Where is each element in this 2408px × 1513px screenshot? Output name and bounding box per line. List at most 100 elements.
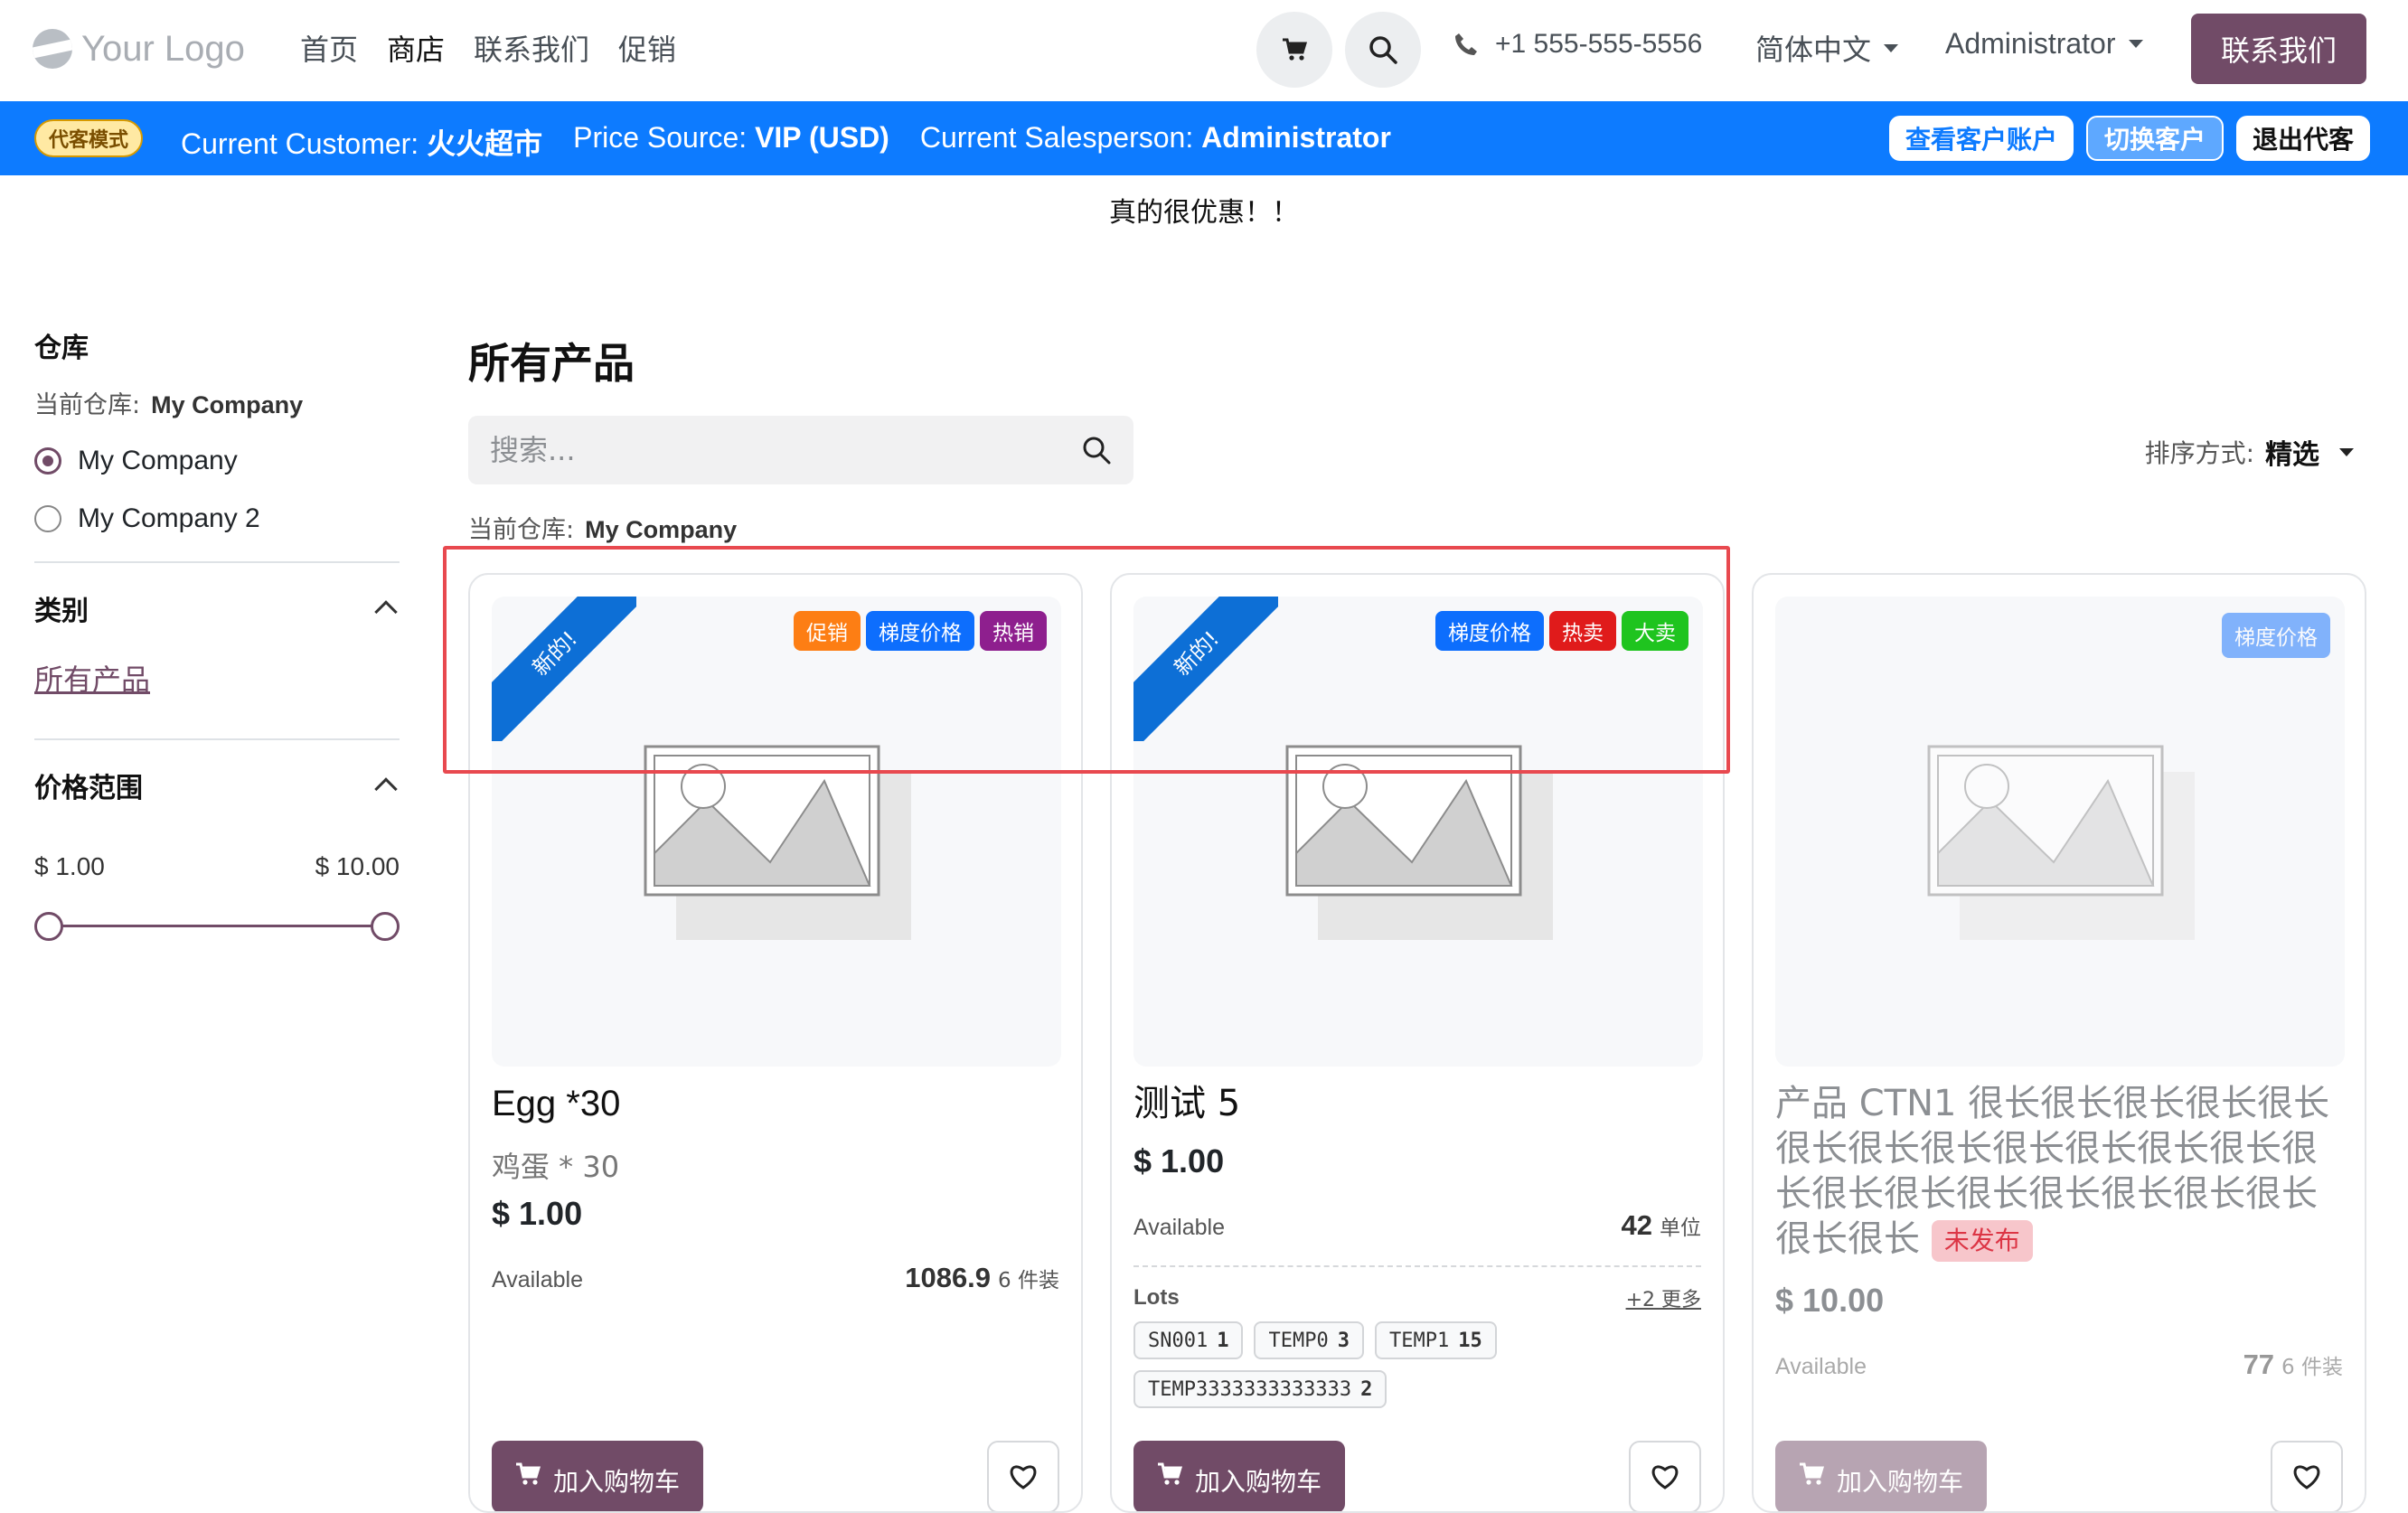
availability-row: Available 42 单位 <box>1133 1209 1701 1242</box>
radio-selected-icon[interactable] <box>34 447 61 475</box>
current-warehouse-line: 当前仓库: My Company <box>468 510 737 545</box>
lots-more-link[interactable]: +2 更多 <box>1626 1283 1701 1312</box>
current-warehouse-label: 当前仓库: <box>468 516 575 544</box>
add-to-cart-button[interactable]: 加入购物车 <box>492 1441 703 1511</box>
product-card[interactable]: 新的! 促销 梯度价格 热销 Egg *30 鸡蛋 * 30 $ 1.00 Av… <box>468 573 1083 1513</box>
product-description: 鸡蛋 * 30 <box>492 1150 620 1184</box>
availability-row: Available 1086.9 6 件装 <box>492 1262 1059 1294</box>
customer-value: 火火超市 <box>427 127 543 160</box>
search-icon <box>1369 36 1397 64</box>
price-range-header[interactable]: 价格范围 <box>34 766 400 805</box>
availability-row: Available 77 6 件装 <box>1775 1349 2343 1381</box>
site-logo[interactable]: Your Logo <box>33 20 245 78</box>
slider-max-handle[interactable] <box>371 912 400 941</box>
chevron-down-icon <box>2339 447 2354 456</box>
nav-item-promotions[interactable]: 促销 <box>618 27 676 69</box>
lot-chip: TEMP0 3 <box>1254 1321 1364 1359</box>
cart-button[interactable] <box>1256 12 1332 88</box>
product-name[interactable]: 测试 5 <box>1133 1081 1703 1126</box>
radio-unselected-icon[interactable] <box>34 505 61 532</box>
add-to-cart-button[interactable]: 加入购物车 <box>1133 1441 1345 1511</box>
phone-icon <box>1455 33 1477 55</box>
price-range-slider[interactable] <box>34 908 400 944</box>
lot-qty: 3 <box>1337 1329 1350 1352</box>
product-image[interactable]: 新的! 促销 梯度价格 热销 <box>492 597 1061 1067</box>
warehouse-option-2[interactable]: My Company 2 <box>34 503 400 534</box>
wishlist-button[interactable] <box>987 1441 1059 1511</box>
user-name: Administrator <box>1945 27 2116 60</box>
exit-agent-mode-button[interactable]: 退出代客 <box>2235 116 2370 161</box>
sort-dropdown[interactable]: 排序方式: 精选 <box>2145 432 2354 472</box>
product-card[interactable]: 梯度价格 产品 CTN1 很长很长很长很长很长很长很长很长很长很长很长很长很长很… <box>1752 573 2366 1513</box>
category-title: 类别 <box>34 596 89 627</box>
chevron-down-icon <box>1884 43 1899 52</box>
image-placeholder-icon <box>1285 745 1553 940</box>
wishlist-button[interactable] <box>1629 1441 1701 1511</box>
cart-icon <box>515 1462 541 1485</box>
divider <box>34 561 400 563</box>
salesperson-value: Administrator <box>1201 121 1391 154</box>
price-range-title: 价格范围 <box>34 773 143 804</box>
product-card[interactable]: 新的! 梯度价格 热卖 大卖 测试 5 $ 1.00 Available 42 单… <box>1110 573 1725 1513</box>
chevron-up-icon[interactable] <box>374 600 398 624</box>
agent-info: Current Customer: 火火超市 Price Source: VIP… <box>181 121 1391 163</box>
user-dropdown[interactable]: Administrator <box>1945 27 2143 61</box>
tag-badge: 热卖 <box>1549 611 1616 651</box>
qty-value: 1086.9 <box>905 1262 992 1293</box>
add-to-cart-button[interactable]: 加入购物车 <box>1775 1441 1987 1511</box>
cart-icon <box>1799 1462 1825 1485</box>
lots-divider <box>1133 1265 1701 1267</box>
nav-item-home[interactable]: 首页 <box>300 27 358 69</box>
product-price: $ 1.00 <box>1133 1142 1225 1179</box>
product-image[interactable]: 梯度价格 <box>1775 597 2345 1067</box>
price-max: $ 10.00 <box>315 852 400 880</box>
logo-text: Your Logo <box>81 28 245 69</box>
qty-unit: 6 件装 <box>2281 1356 2343 1379</box>
lot-code: TEMP0 <box>1268 1329 1329 1352</box>
slider-track <box>49 925 385 927</box>
price-source: Price Source: VIP (USD) <box>573 121 889 163</box>
product-search-bar[interactable] <box>468 416 1133 484</box>
tag-badge: 梯度价格 <box>1435 611 1544 651</box>
contact-us-button[interactable]: 联系我们 <box>2191 14 2366 84</box>
lot-qty: 2 <box>1360 1377 1373 1401</box>
chevron-up-icon[interactable] <box>374 777 398 801</box>
product-name[interactable]: Egg *30 <box>492 1081 1061 1126</box>
search-icon[interactable] <box>1081 435 1112 465</box>
language-dropdown[interactable]: 简体中文 <box>1755 27 1899 69</box>
logo-icon <box>33 29 72 69</box>
current-warehouse-value: My Company <box>151 391 304 418</box>
price-source-value: VIP (USD) <box>755 121 889 154</box>
tag-badge: 热销 <box>980 611 1047 651</box>
current-warehouse-value: My Company <box>585 516 738 543</box>
qty-unit: 6 件装 <box>998 1269 1059 1292</box>
filter-sidebar: 仓库 当前仓库: My Company My Company My Company… <box>34 325 400 944</box>
product-name[interactable]: 产品 CTN1 很长很长很长很长很长很长很长很长很长很长很长很长很长很长很长很长… <box>1775 1083 2329 1260</box>
lot-code: TEMP3333333333333 <box>1148 1377 1352 1401</box>
ribbon-container: 新的! <box>492 597 636 741</box>
phone-link[interactable]: +1 555-555-5556 <box>1453 29 1702 60</box>
phone-number: +1 555-555-5556 <box>1495 29 1703 59</box>
product-image[interactable]: 新的! 梯度价格 热卖 大卖 <box>1133 597 1703 1067</box>
availability-label: Available <box>1775 1354 1867 1379</box>
customer-label: Current Customer: <box>181 127 419 160</box>
new-ribbon: 新的! <box>492 597 636 741</box>
nav-item-shop[interactable]: 商店 <box>387 27 445 69</box>
slider-min-handle[interactable] <box>34 912 63 941</box>
availability-qty: 1086.9 6 件装 <box>905 1262 1059 1294</box>
image-placeholder-icon <box>1927 745 2195 940</box>
product-name-block[interactable]: 产品 CTN1 很长很长很长很长很长很长很长很长很长很长很长很长很长很长很长很长… <box>1775 1081 2336 1262</box>
view-customer-account-button[interactable]: 查看客户账户 <box>1888 116 2074 161</box>
warehouse-option-1[interactable]: My Company <box>34 446 400 476</box>
unpublished-badge: 未发布 <box>1931 1220 2033 1262</box>
switch-customer-button[interactable]: 切换客户 <box>2085 116 2224 161</box>
search-input[interactable] <box>490 433 1081 467</box>
wishlist-button[interactable] <box>2271 1441 2343 1511</box>
lot-chip: SN001 1 <box>1133 1321 1244 1359</box>
heart-icon <box>1010 1465 1037 1490</box>
nav-item-contact[interactable]: 联系我们 <box>474 27 589 69</box>
add-to-cart-label: 加入购物车 <box>552 1467 680 1497</box>
category-all-products-link[interactable]: 所有产品 <box>34 657 150 699</box>
search-button[interactable] <box>1345 12 1421 88</box>
category-header[interactable]: 类别 <box>34 588 400 628</box>
